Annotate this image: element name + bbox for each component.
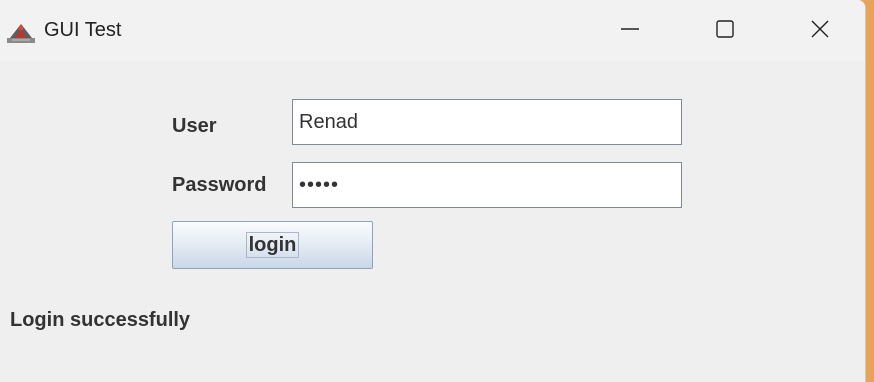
- maximize-button[interactable]: [681, 0, 769, 62]
- user-label: User: [172, 115, 217, 137]
- login-button-label: login: [245, 232, 300, 258]
- close-button[interactable]: [776, 0, 864, 62]
- password-label: Password: [172, 174, 267, 196]
- minimize-icon: [620, 19, 640, 44]
- login-button[interactable]: login: [172, 221, 373, 269]
- close-icon: [810, 19, 830, 44]
- minimize-button[interactable]: [586, 0, 674, 62]
- window-title: GUI Test: [44, 19, 122, 41]
- password-input[interactable]: [292, 162, 682, 208]
- status-message: Login successfully: [10, 309, 191, 331]
- app-window: GUI Test User Pas: [0, 0, 866, 382]
- maximize-icon: [715, 19, 735, 44]
- title-bar[interactable]: GUI Test: [0, 0, 865, 62]
- user-input[interactable]: [292, 99, 682, 145]
- java-app-icon: [6, 20, 36, 44]
